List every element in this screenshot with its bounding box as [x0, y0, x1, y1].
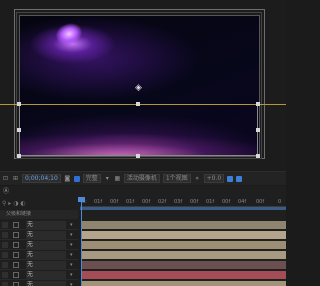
chevron-down-icon[interactable]: ▾ [70, 250, 73, 260]
layer-row[interactable]: 无 ▾ [0, 240, 78, 250]
layer-duration-bar[interactable] [82, 281, 286, 286]
ruler-tick: 01f [94, 199, 103, 205]
ruler-tick: 00f [110, 199, 119, 205]
transform-handle[interactable] [17, 102, 21, 106]
layer-bounding-box[interactable] [19, 104, 258, 156]
layer-row[interactable]: 无 ▾ [0, 280, 78, 286]
parent-select[interactable]: 无 [26, 221, 66, 229]
parent-select[interactable]: 无 [26, 261, 66, 269]
visibility-toggle-icon[interactable] [2, 242, 8, 248]
playhead[interactable] [81, 197, 82, 286]
transform-handle[interactable] [256, 102, 260, 106]
parent-pickwhip-icon[interactable] [13, 242, 19, 248]
show-channel-icon[interactable] [73, 175, 80, 182]
parent-pickwhip-icon[interactable] [13, 282, 19, 286]
parent-pickwhip-icon[interactable] [13, 222, 19, 228]
resolution-select[interactable]: 完整 [82, 174, 101, 183]
transform-handle[interactable] [256, 128, 260, 132]
chevron-down-icon[interactable]: ▾ [70, 280, 73, 286]
region-of-interest-icon[interactable]: ⊡ [2, 175, 9, 182]
snapshot-camera-icon[interactable]: ◙ [64, 175, 71, 182]
transform-handle[interactable] [136, 154, 140, 158]
active-camera-select[interactable]: 活动摄像机 [123, 174, 160, 183]
playhead-handle[interactable] [78, 197, 85, 202]
visibility-toggle-icon[interactable] [2, 232, 8, 238]
transparency-grid-icon[interactable]: ▦ [114, 175, 121, 182]
chevron-down-icon[interactable]: ▾ [70, 230, 73, 240]
parent-select[interactable]: 无 [26, 241, 66, 249]
toggle-view-icon[interactable]: ⋄ [194, 175, 201, 182]
parent-select[interactable]: 无 [26, 281, 66, 286]
parent-link-column-header: 父级和链接 [0, 210, 78, 219]
layer-duration-bar[interactable] [82, 261, 286, 269]
parent-pickwhip-icon[interactable] [13, 272, 19, 278]
chevron-down-icon[interactable]: ▾ [70, 270, 73, 280]
visibility-toggle-icon[interactable] [2, 272, 8, 278]
parent-pickwhip-icon[interactable] [13, 232, 19, 238]
layer-row[interactable]: 无 ▾ [0, 260, 78, 270]
timeline-search-bar[interactable]: ⚲ ▸ ◑ ◐ [0, 199, 78, 209]
transform-handle[interactable] [136, 102, 140, 106]
visibility-toggle-icon[interactable] [2, 282, 8, 286]
layer-duration-bar[interactable] [82, 221, 286, 229]
parent-pickwhip-icon[interactable] [13, 262, 19, 268]
layer-row[interactable]: 无 ▾ [0, 220, 78, 230]
layer-duration-bar[interactable] [82, 241, 286, 249]
ruler-tick: 00f [190, 199, 199, 205]
ruler-tick: 00f [256, 199, 265, 205]
layer-row[interactable]: 无 ▾ [0, 230, 78, 240]
visibility-toggle-icon[interactable] [2, 252, 8, 258]
chevron-down-icon[interactable]: ▾ [70, 240, 73, 250]
ruler-tick: 0 [278, 199, 282, 205]
parent-select[interactable]: 无 [26, 251, 66, 259]
chevron-down-icon[interactable]: ▾ [70, 260, 73, 270]
timeline-tab[interactable]: Ⓐ [0, 187, 12, 197]
grid-icon[interactable]: ⊞ [12, 175, 19, 182]
visibility-toggle-icon[interactable] [2, 262, 8, 268]
anchor-point-icon[interactable]: ◈ [134, 84, 143, 93]
view-layout-select[interactable]: 1个视图 [162, 174, 191, 183]
current-time-display[interactable]: 0;00;04;10 [22, 174, 61, 183]
ruler-tick: 00f [142, 199, 151, 205]
transform-handle[interactable] [256, 154, 260, 158]
ruler-tick: 03f [174, 199, 183, 205]
ruler-tick: 00f [222, 199, 231, 205]
timeline-panel: Ⓐ ⚲ ▸ ◑ ◐ 父级和链接 0: 01f 00f 01f 00f 02f 0… [0, 186, 286, 286]
color-management-icon[interactable] [236, 175, 243, 182]
ruler-tick: 04f [238, 199, 247, 205]
viewer-toolbar: ⊡ ⊞ 0;00;04;10 ◙ 完整 ▾ ▦ 活动摄像机 1个视图 ⋄ +0.… [0, 171, 286, 185]
ruler-tick: 01f [126, 199, 135, 205]
time-ruler[interactable]: 0: 01f 00f 01f 00f 02f 03f 00f 01f 00f 0… [80, 197, 286, 207]
exposure-value[interactable]: +0.0 [203, 174, 225, 183]
fast-preview-icon[interactable] [227, 175, 234, 182]
parent-pickwhip-icon[interactable] [13, 252, 19, 258]
layer-duration-bar[interactable] [82, 271, 286, 279]
ruler-tick: 02f [158, 199, 167, 205]
composition-viewer[interactable]: ◈ [0, 0, 286, 170]
layer-duration-bar[interactable] [82, 231, 286, 239]
work-area-bar[interactable] [80, 207, 286, 210]
parent-select[interactable]: 无 [26, 231, 66, 239]
layer-row[interactable]: 无 ▾ [0, 250, 78, 260]
layer-duration-bar[interactable] [82, 251, 286, 259]
parent-select[interactable]: 无 [26, 271, 66, 279]
visibility-toggle-icon[interactable] [2, 222, 8, 228]
transform-handle[interactable] [17, 128, 21, 132]
chevron-down-icon[interactable]: ▾ [70, 220, 73, 230]
chevron-down-icon[interactable]: ▾ [104, 175, 111, 182]
layer-row[interactable]: 无 ▾ [0, 270, 78, 280]
transform-handle[interactable] [17, 154, 21, 158]
ruler-tick: 01f [206, 199, 215, 205]
